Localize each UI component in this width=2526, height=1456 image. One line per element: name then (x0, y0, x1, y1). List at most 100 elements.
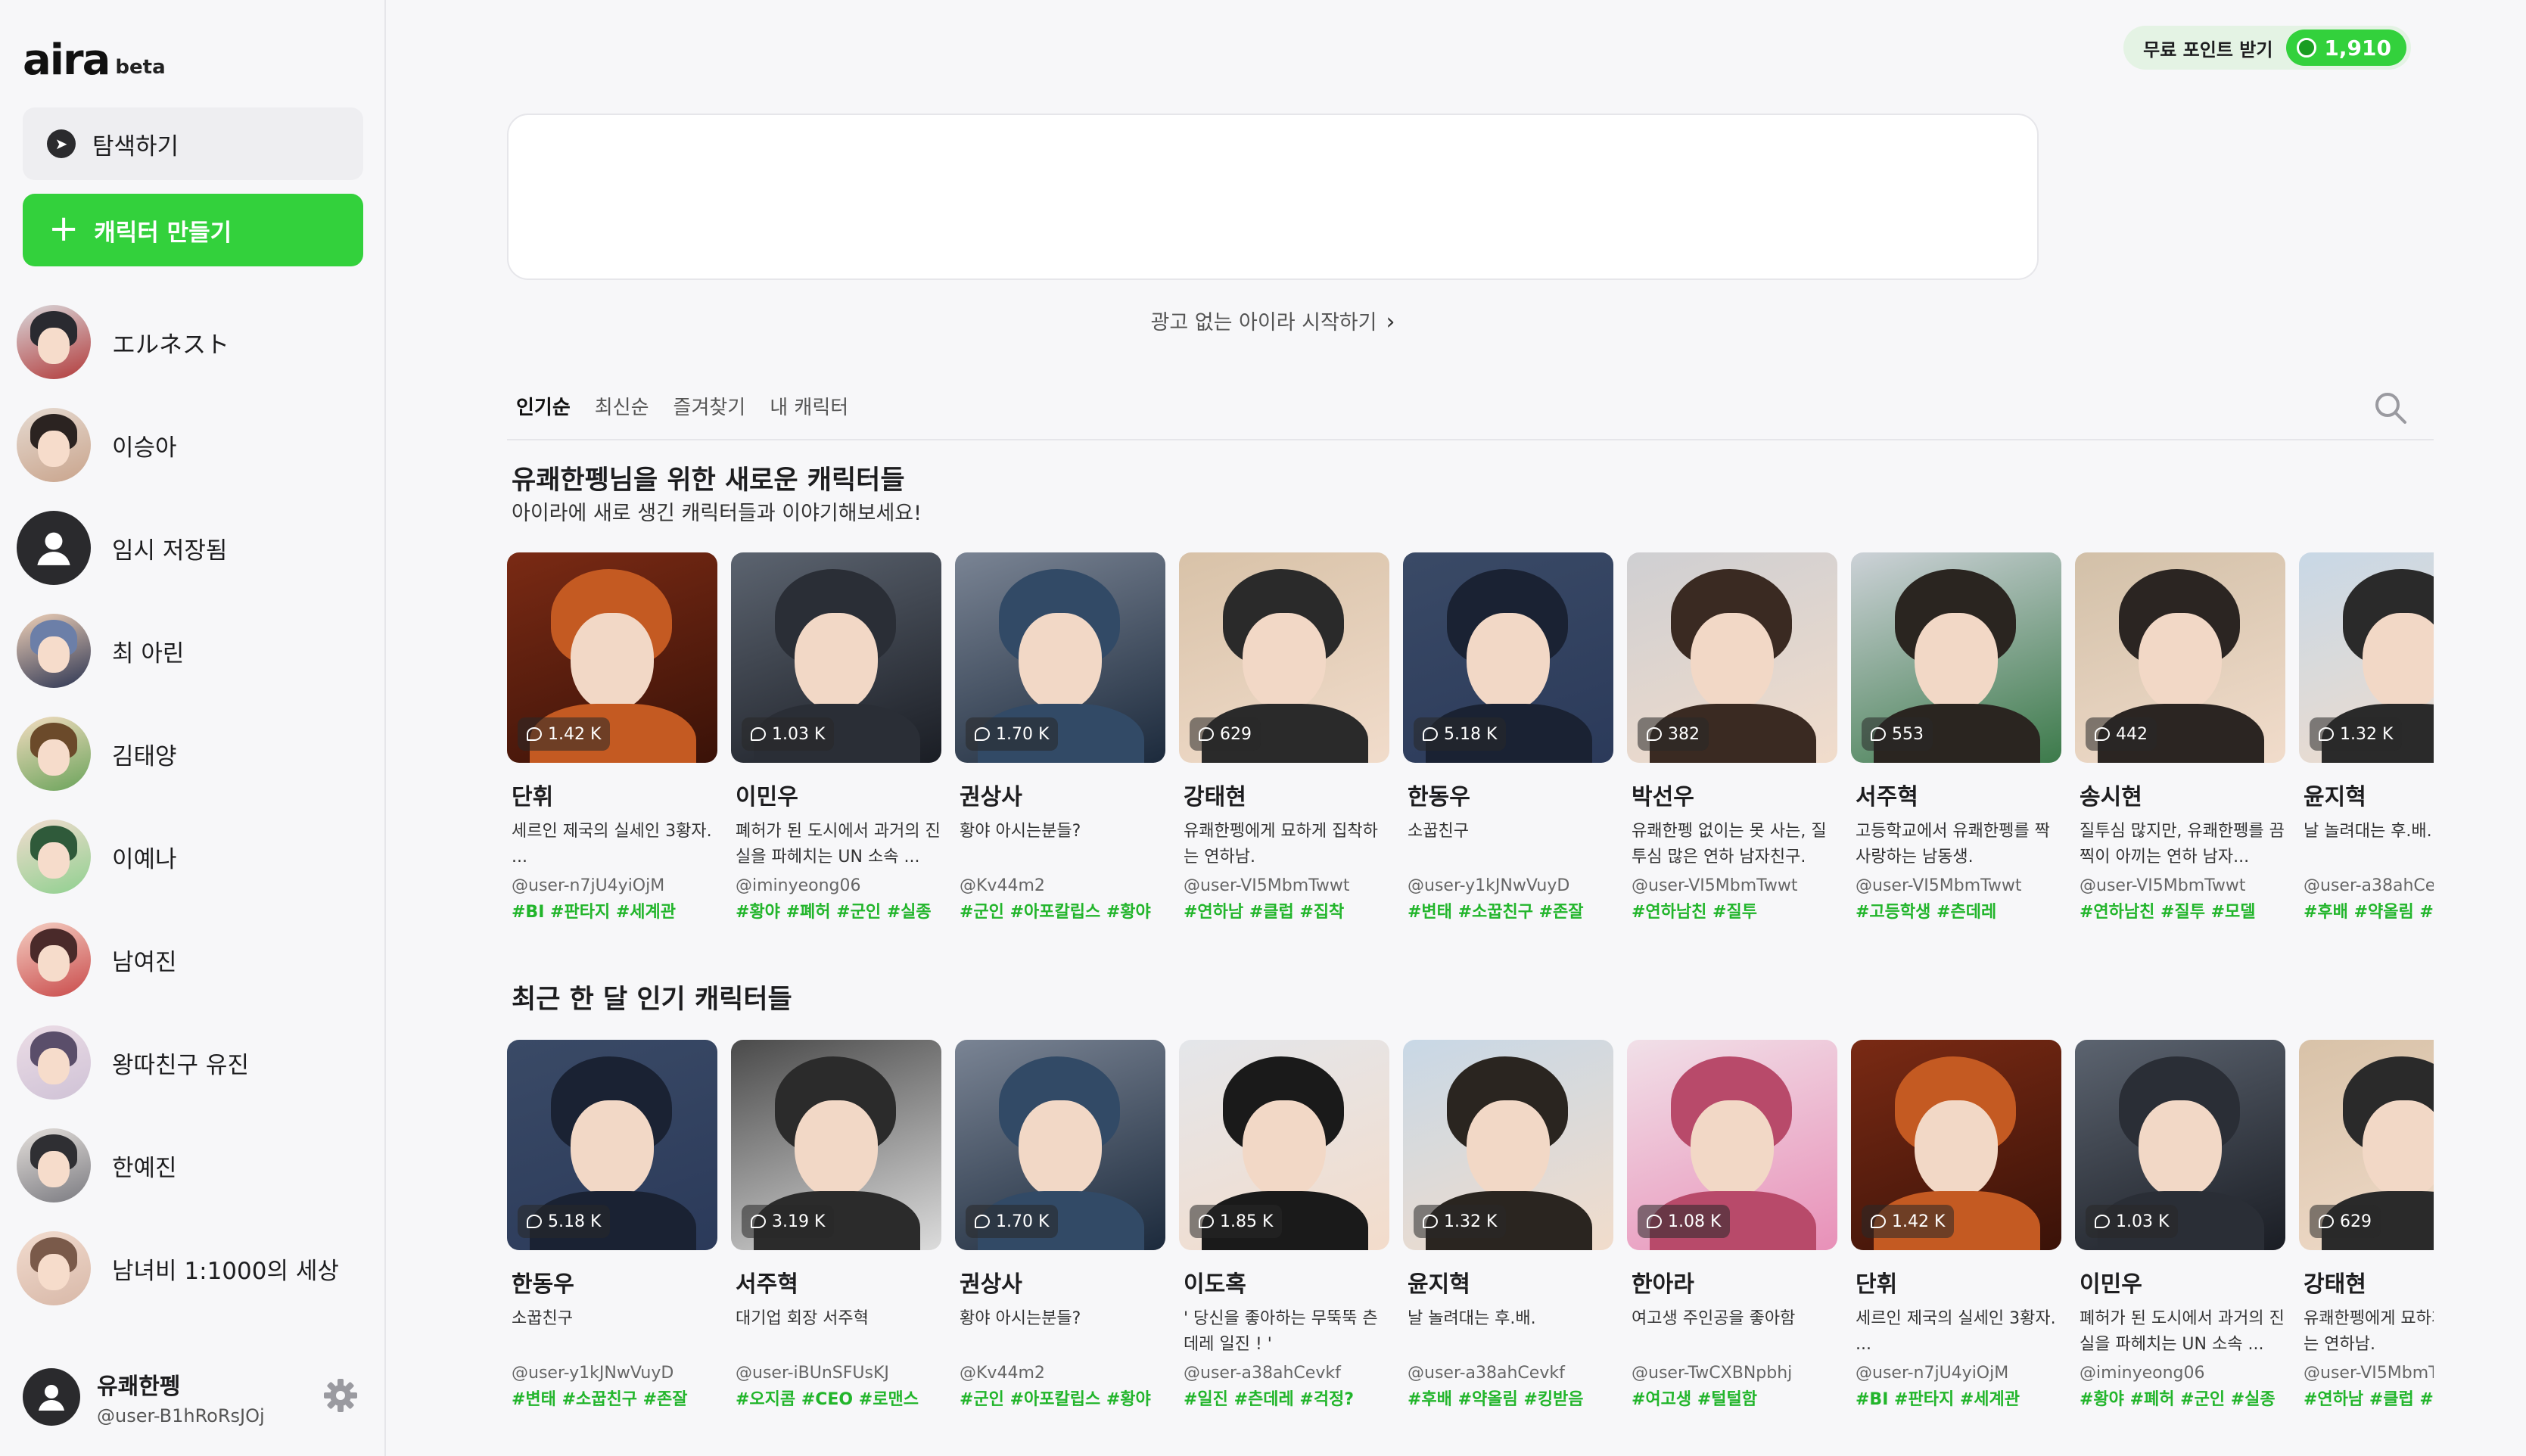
adfree-link[interactable]: 광고 없는 아이라 시작하기 › (387, 306, 2158, 335)
character-tags[interactable]: #오지콤 #CEO #로맨스 (731, 1386, 941, 1410)
chat-bubble-icon (1199, 727, 1214, 741)
create-character-button[interactable]: + 캐릭터 만들기 (23, 194, 363, 266)
user-profile[interactable]: 유쾌한펭 @user-B1hRoRsJOj (23, 1361, 363, 1433)
chat-item[interactable]: エルネスト (15, 291, 371, 394)
chat-item[interactable]: 한예진 (15, 1114, 371, 1217)
character-author[interactable]: @Kv44m2 (955, 1364, 1165, 1383)
chat-count: 629 (1220, 724, 1252, 744)
character-description: 폐허가 된 도시에서 과거의 진실을 파헤치는 UN 소속 ... (736, 822, 941, 866)
character-name: 단휘 (512, 784, 554, 810)
character-tags[interactable]: #BI #판타지 #세계관 (1851, 1386, 2061, 1410)
character-author[interactable]: @user-iBUnSFUsKJ (731, 1364, 941, 1383)
character-card[interactable]: 3.19 K 서주혁 대기업 회장 서주혁 @user-iBUnSFUsKJ #오지콤 … (731, 1040, 941, 1410)
character-author[interactable]: @user-VI5MbmTwwt (1179, 876, 1389, 895)
character-tags[interactable]: #후배 #약올림 #킹받음 (2299, 898, 2434, 922)
character-author[interactable]: @user-n7jU4yiOjM (1851, 1364, 2061, 1383)
explore-button[interactable]: ➤ 탐색하기 (23, 107, 363, 180)
tab-latest[interactable]: 최신순 (595, 392, 649, 420)
character-author[interactable]: @user-a38ahCevkf (1179, 1364, 1389, 1383)
character-tags[interactable]: #연하남친 #질투 #모델 (2075, 898, 2285, 922)
chat-item[interactable]: 임시 저장됨 (15, 496, 371, 599)
character-tags[interactable]: #후배 #약올림 #킹받음 (1403, 1386, 1613, 1410)
character-card[interactable]: 629 강태현유쾌한펭에게 묘하게 집착하는 연하남. @user-VI5MbmTw… (2299, 1040, 2434, 1410)
character-card[interactable]: 629 강태현유쾌한펭에게 묘하게 집착하는 연하남. @user-VI5MbmTw… (1179, 552, 1389, 922)
logo[interactable]: aira beta (23, 39, 166, 82)
points-widget[interactable]: 무료 포인트 받기 1,910 (2123, 26, 2411, 70)
character-tags[interactable]: #황야 #폐허 #군인 #실종 (2075, 1386, 2285, 1410)
character-card[interactable]: 1.70 K 권상사 황야 아시는분들? @Kv44m2 #군인 #아포칼립스 #황야 (955, 1040, 1165, 1410)
character-card[interactable]: 1.03 K 이민우 폐허가 된 도시에서 과거의 진실을 파헤치는 UN 소속 .… (2075, 1040, 2285, 1410)
character-author[interactable]: @user-VI5MbmTwwt (2299, 1364, 2434, 1383)
character-author[interactable]: @user-TwCXBNpbhj (1627, 1364, 1837, 1383)
character-author[interactable]: @user-a38ahCevkf (1403, 1364, 1613, 1383)
chat-bubble-icon (2095, 1215, 2110, 1228)
chat-item[interactable]: 남여진 (15, 908, 371, 1011)
character-description: 날 놀려대는 후.배. (2304, 822, 2432, 841)
character-tags[interactable]: #군인 #아포칼립스 #황야 (955, 898, 1165, 922)
character-card[interactable]: 1.32 K 윤지혁날 놀려대는 후.배. @user-a38ahCevkf #후배 … (2299, 552, 2434, 922)
character-card[interactable]: 1.42 K 단휘 세르인 제국의 실세인 3황자. ... @user-n7jU4y… (507, 552, 717, 922)
character-tags[interactable]: #연하남 #클럽 #집착 (2299, 1386, 2434, 1410)
character-description: 폐허가 된 도시에서 과거의 진실을 파헤치는 UN 소속 ... (2080, 1309, 2285, 1354)
character-author[interactable]: @user-a38ahCevkf (2299, 876, 2434, 895)
chat-item[interactable]: 이예나 (15, 805, 371, 908)
points-balance: 1,910 (2286, 30, 2406, 66)
section-subtitle-new: 아이라에 새로 생긴 캐릭터들과 이야기해보세요! (512, 502, 922, 525)
character-card[interactable]: 382 박선우 유쾌한펭 없이는 못 사는, 질투심 많은 연하 남자친구. @use… (1627, 552, 1837, 922)
character-card[interactable]: 1.08 K 한아라 여고생 주인공을 좋아함 @user-TwCXBNpbhj #여고… (1627, 1040, 1837, 1410)
gear-icon[interactable] (322, 1377, 359, 1414)
tab-favorites[interactable]: 즐겨찾기 (673, 392, 746, 420)
user-icon (37, 532, 70, 565)
character-tags[interactable]: #변태 #소꿉친구 #존잘 (507, 1386, 717, 1410)
ad-banner[interactable] (507, 114, 2039, 280)
character-author[interactable]: @user-VI5MbmTwwt (2075, 876, 2285, 895)
chat-item[interactable]: 이승아 (15, 394, 371, 496)
tab-my-characters[interactable]: 내 캐릭터 (770, 392, 848, 420)
chat-bubble-icon (1871, 1215, 1886, 1228)
character-author[interactable]: @user-n7jU4yiOjM (507, 876, 717, 895)
character-tags[interactable]: #군인 #아포칼립스 #황야 (955, 1386, 1165, 1410)
chat-name: 왕따친구 유진 (112, 1051, 249, 1079)
character-card[interactable]: 5.18 K 한동우 소꿉친구 @user-y1kJNwVuyD #변태 #소꿉친구 #… (507, 1040, 717, 1410)
chevron-right-icon: › (1386, 309, 1395, 335)
character-tags[interactable]: #황야 #폐허 #군인 #실종 (731, 898, 941, 922)
character-tags[interactable]: #변태 #소꿉친구 #존잘 (1403, 898, 1613, 922)
user-icon (39, 1385, 64, 1411)
character-author[interactable]: @user-y1kJNwVuyD (1403, 876, 1613, 895)
character-card[interactable]: 1.32 K 윤지혁날 놀려대는 후.배. @user-a38ahCevkf #후배 … (1403, 1040, 1613, 1410)
chat-item[interactable]: 남녀비 1:1000의 세상 (15, 1217, 371, 1320)
character-author[interactable]: @iminyeong06 (731, 876, 941, 895)
character-card[interactable]: 1.70 K 권상사 황야 아시는분들? @Kv44m2 #군인 #아포칼립스 #황야 (955, 552, 1165, 922)
character-card[interactable]: 553 서주혁 고등학교에서 유쾌한펭를 짝사랑하는 남동생. @user-VI5Mb… (1851, 552, 2061, 922)
chat-count-badge: 553 (1862, 717, 1933, 751)
character-tags[interactable]: #고등학생 #츤데레 (1851, 898, 2061, 922)
character-card[interactable]: 1.42 K 단휘 세르인 제국의 실세인 3황자. ... @user-n7jU4y… (1851, 1040, 2061, 1410)
chat-count: 3.19 K (772, 1212, 826, 1231)
avatar (17, 614, 91, 688)
character-author[interactable]: @user-VI5MbmTwwt (1851, 876, 2061, 895)
character-author[interactable]: @Kv44m2 (955, 876, 1165, 895)
character-card[interactable]: 1.03 K 이민우 폐허가 된 도시에서 과거의 진실을 파헤치는 UN 소속 .… (731, 552, 941, 922)
character-tags[interactable]: #연하남친 #질투 (1627, 898, 1837, 922)
character-tags[interactable]: #BI #판타지 #세계관 (507, 898, 717, 922)
chat-item[interactable]: 왕따친구 유진 (15, 1011, 371, 1114)
character-author[interactable]: @iminyeong06 (2075, 1364, 2285, 1383)
avatar (17, 717, 91, 791)
character-card[interactable]: 1.85 K 이도혹 ' 당신을 좋아하는 무뚝뚝 츤데레 일진 ! ' @user-… (1179, 1040, 1389, 1410)
character-author[interactable]: @user-VI5MbmTwwt (1627, 876, 1837, 895)
chat-item[interactable]: 최 아린 (15, 599, 371, 702)
character-card[interactable]: 442 송시현 질투심 많지만, 유쾌한펭를 끔찍이 아끼는 연하 남자... @us… (2075, 552, 2285, 922)
search-icon[interactable] (2373, 390, 2408, 425)
chat-name: 남녀비 1:1000의 세상 (112, 1257, 339, 1285)
character-tags[interactable]: #일진 #츤데레 #걱정? (1179, 1386, 1389, 1410)
chat-count: 1.85 K (1220, 1212, 1274, 1231)
character-card[interactable]: 5.18 K 한동우 소꿉친구 @user-y1kJNwVuyD #변태 #소꿉친구 #… (1403, 552, 1613, 922)
chat-item[interactable]: 김태양 (15, 702, 371, 805)
chat-bubble-icon (2319, 727, 2334, 741)
character-author[interactable]: @user-y1kJNwVuyD (507, 1364, 717, 1383)
character-tags[interactable]: #연하남 #클럽 #집착 (1179, 898, 1389, 922)
character-name: 이도혹 (1184, 1271, 1246, 1298)
character-tags[interactable]: #여고생 #털털함 (1627, 1386, 1837, 1410)
character-description: 소꿉친구 (512, 1309, 573, 1328)
tab-popular[interactable]: 인기순 (516, 392, 571, 420)
